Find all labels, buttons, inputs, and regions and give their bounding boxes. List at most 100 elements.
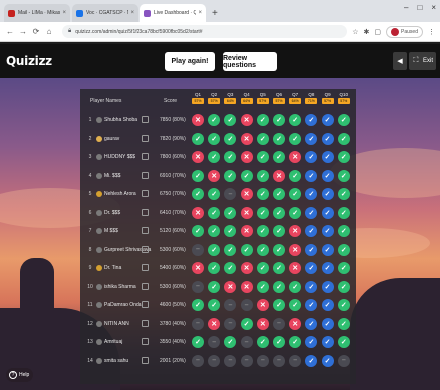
profile-button[interactable]: Paused [386,25,423,38]
correct-answer-icon[interactable]: ✓ [337,114,350,126]
correct-answer-icon[interactable]: ✓ [256,169,269,182]
player-report-icon[interactable] [142,153,149,160]
wrong-answer-icon[interactable]: ✕ [240,225,253,237]
tab-search-icon[interactable]: ▢ [374,28,381,36]
correct-answer-icon[interactable]: ✓ [240,169,253,182]
skipped-answer-icon[interactable]: – [192,243,204,256]
correct-answer-icon[interactable]: ✓ [337,151,350,163]
player-row[interactable]: 14 smita sahu 2001 (20%) – – – – – – – ✓ ✓ – [80,353,356,370]
forward-icon[interactable]: → [18,27,28,36]
correct-answer-icon[interactable]: ✓ [337,336,350,348]
correct-answer-icon[interactable]: ✓ [337,280,350,293]
correct-answer-icon[interactable]: ✓ [305,206,318,219]
correct-answer-icon[interactable]: ✓ [337,262,350,274]
wrong-answer-icon[interactable]: ✕ [240,206,253,219]
wrong-answer-icon[interactable]: ✕ [240,151,253,163]
correct-answer-icon[interactable]: ✓ [321,280,334,293]
player-row[interactable]: 10 ishika Sharma 5300 (60%) – ✓ ✕ ✕ ✓ ✓ ✓ ✓ ✓ ✓ [80,279,356,296]
question-header-5[interactable]: Q5 57% [256,92,269,104]
player-report-icon[interactable] [142,116,149,123]
extensions-icon[interactable]: ✱ [364,28,370,36]
question-header-9[interactable]: Q9 57% [321,92,334,104]
correct-answer-icon[interactable]: ✓ [305,280,318,293]
skipped-answer-icon[interactable]: – [224,299,237,311]
correct-answer-icon[interactable]: ✓ [208,225,221,237]
wrong-answer-icon[interactable]: ✕ [192,151,204,163]
correct-answer-icon[interactable]: ✓ [208,206,221,219]
correct-answer-icon[interactable]: ✓ [305,243,318,256]
correct-answer-icon[interactable]: ✓ [256,151,269,163]
wrong-answer-icon[interactable]: ✕ [256,317,269,330]
wrong-answer-icon[interactable]: ✕ [240,132,253,145]
correct-answer-icon[interactable]: ✓ [289,114,302,126]
exit-button[interactable]: Exit [420,52,436,70]
question-header-6[interactable]: Q6 57% [273,92,285,104]
wrong-answer-icon[interactable]: ✕ [289,243,302,256]
correct-answer-icon[interactable]: ✓ [305,354,318,367]
correct-answer-icon[interactable]: ✓ [337,169,350,182]
player-row[interactable]: 6 Dr. $$$ 6410 (70%) ✕ ✓ ✓ ✕ ✓ ✓ ✓ ✓ ✓ ✓ [80,205,356,222]
correct-answer-icon[interactable]: ✓ [192,336,204,348]
correct-answer-icon[interactable]: ✓ [192,169,204,182]
correct-answer-icon[interactable]: ✓ [256,206,269,219]
close-tab-icon[interactable]: × [198,10,202,16]
question-header-8[interactable]: Q8 71% [305,92,318,104]
question-header-10[interactable]: Q10 57% [337,92,350,104]
correct-answer-icon[interactable]: ✓ [337,299,350,311]
skipped-answer-icon[interactable]: – [208,336,221,348]
correct-answer-icon[interactable]: ✓ [224,169,237,182]
help-button[interactable]: ? Help [6,368,33,382]
back-icon[interactable]: ← [5,27,15,36]
correct-answer-icon[interactable]: ✓ [289,188,302,200]
wrong-answer-icon[interactable]: ✕ [240,114,253,126]
correct-answer-icon[interactable]: ✓ [321,132,334,145]
correct-answer-icon[interactable]: ✓ [321,354,334,367]
correct-answer-icon[interactable]: ✓ [337,132,350,145]
correct-answer-icon[interactable]: ✓ [305,132,318,145]
skipped-answer-icon[interactable]: – [240,299,253,311]
skipped-answer-icon[interactable]: – [256,354,269,367]
correct-answer-icon[interactable]: ✓ [192,132,204,145]
correct-answer-icon[interactable]: ✓ [305,151,318,163]
correct-answer-icon[interactable]: ✓ [273,114,285,126]
correct-answer-icon[interactable]: ✓ [321,151,334,163]
skipped-answer-icon[interactable]: – [240,336,253,348]
correct-answer-icon[interactable]: ✓ [224,262,237,274]
wrong-answer-icon[interactable]: ✕ [240,262,253,274]
skipped-answer-icon[interactable]: – [289,354,302,367]
skipped-answer-icon[interactable]: – [224,188,237,200]
player-row[interactable]: 7M $$$ 5120 (60%) ✓ ✓ ✓ ✕ ✓ ✓ ✕ ✓ ✓ ✓ [80,223,356,240]
correct-answer-icon[interactable]: ✓ [224,336,237,348]
player-row[interactable]: 1 Shubha Shoba 7850 (80%) ✕ ✓ ✓ ✕ ✓ ✓ ✓ ✓ ✓ ✓ [80,112,356,129]
correct-answer-icon[interactable]: ✓ [273,299,285,311]
wrong-answer-icon[interactable]: ✕ [240,280,253,293]
wrong-answer-icon[interactable]: ✕ [224,280,237,293]
close-tab-icon[interactable]: × [62,10,66,16]
wrong-answer-icon[interactable]: ✕ [192,114,204,126]
correct-answer-icon[interactable]: ✓ [321,169,334,182]
skipped-answer-icon[interactable]: – [224,354,237,367]
correct-answer-icon[interactable]: ✓ [289,132,302,145]
correct-answer-icon[interactable]: ✓ [256,280,269,293]
correct-answer-icon[interactable]: ✓ [273,262,285,274]
correct-answer-icon[interactable]: ✓ [337,243,350,256]
skipped-answer-icon[interactable]: – [192,317,204,330]
correct-answer-icon[interactable]: ✓ [289,169,302,182]
wrong-answer-icon[interactable]: ✕ [192,206,204,219]
question-header-1[interactable]: Q1 57% [192,92,204,104]
wrong-answer-icon[interactable]: ✕ [240,188,253,200]
correct-answer-icon[interactable]: ✓ [273,280,285,293]
player-report-icon[interactable] [142,134,149,142]
correct-answer-icon[interactable]: ✓ [224,114,237,126]
player-report-icon[interactable] [142,356,149,364]
player-report-icon[interactable] [142,245,149,253]
browser-tab[interactable]: Live Dashboard · Quizizz× [140,4,206,22]
correct-answer-icon[interactable]: ✓ [305,299,318,311]
correct-answer-icon[interactable]: ✓ [321,188,334,200]
correct-answer-icon[interactable]: ✓ [256,132,269,145]
correct-answer-icon[interactable]: ✓ [337,317,350,330]
correct-answer-icon[interactable]: ✓ [224,225,237,237]
correct-answer-icon[interactable]: ✓ [256,336,269,348]
player-row[interactable]: 13 Amrituaj 3550 (40%) ✓ – ✓ – ✓ ✓ ✓ ✓ ✓ ✓ [80,334,356,351]
correct-answer-icon[interactable]: ✓ [273,151,285,163]
